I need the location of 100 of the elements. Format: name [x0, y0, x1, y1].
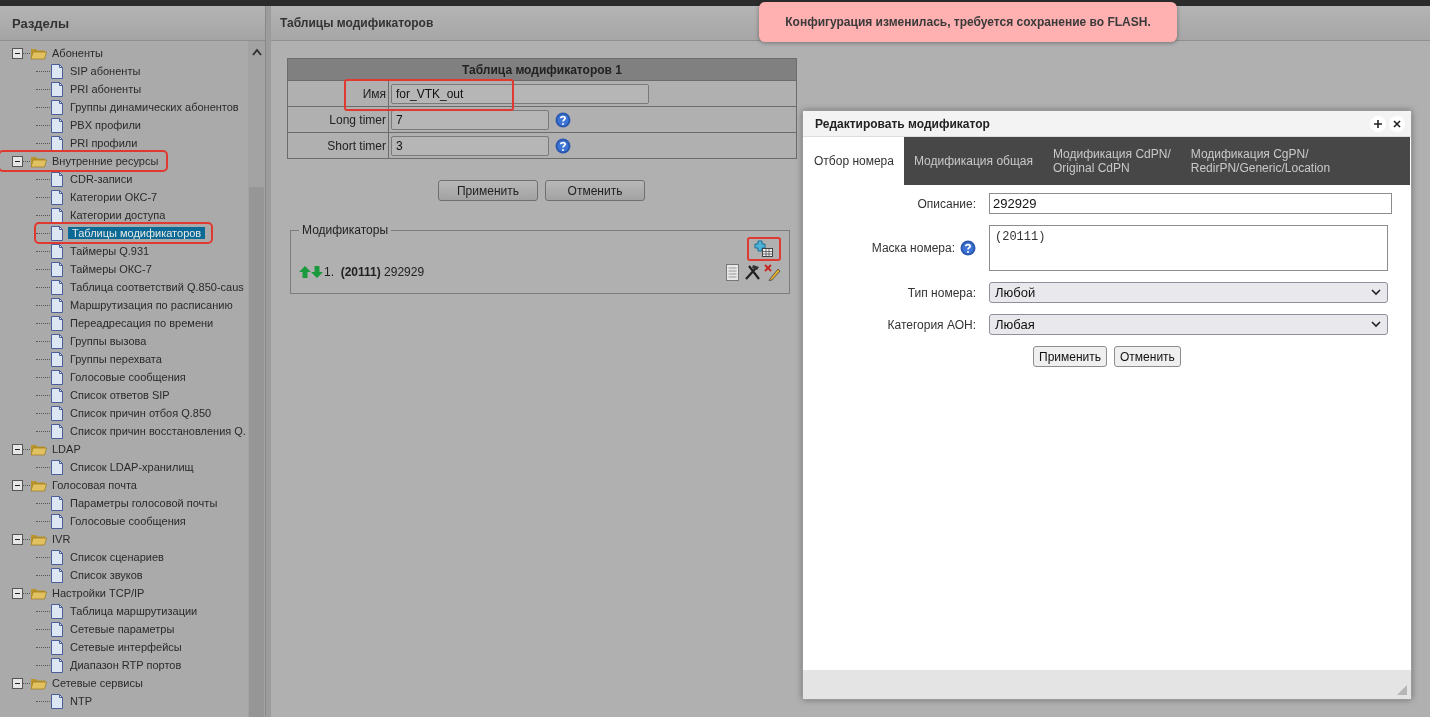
- page-icon: [50, 657, 64, 673]
- page-icon: [50, 351, 64, 367]
- form-button[interactable]: Применить: [1033, 346, 1107, 367]
- tree-item[interactable]: Группы вызова: [68, 335, 149, 347]
- tree-item[interactable]: Список LDAP-хранилищ: [68, 461, 196, 473]
- page-icon: [50, 243, 64, 259]
- tree-item[interactable]: SIP абоненты: [68, 65, 143, 77]
- page-icon: [50, 423, 64, 439]
- close-button[interactable]: [1389, 115, 1405, 132]
- list-icon[interactable]: [724, 263, 741, 281]
- add-table-icon: [754, 240, 774, 258]
- tree-item[interactable]: IVR: [50, 533, 73, 545]
- tree-item[interactable]: Категории ОКС-7: [68, 191, 160, 203]
- dropdown[interactable]: Любой: [989, 282, 1388, 303]
- page-icon: [50, 405, 64, 421]
- form-button[interactable]: Отменить: [1114, 346, 1181, 367]
- resize-grip-icon[interactable]: [1397, 685, 1407, 695]
- page-icon: [50, 279, 64, 295]
- tree-item[interactable]: PBX профили: [68, 119, 144, 131]
- collapse-icon[interactable]: [12, 587, 23, 599]
- tree-item[interactable]: Таблицы модификаторов: [68, 227, 206, 239]
- tree-item[interactable]: Таймеры Q.931: [68, 245, 152, 257]
- form-button[interactable]: Применить: [438, 180, 538, 201]
- tree-item[interactable]: Категории доступа: [68, 209, 168, 221]
- tree-item[interactable]: Диапазон RTP портов: [68, 659, 184, 671]
- collapse-icon[interactable]: [12, 47, 23, 59]
- page-icon: [50, 261, 64, 277]
- maximize-button[interactable]: [1370, 115, 1386, 132]
- close-icon: [1392, 118, 1402, 129]
- page-icon: [50, 549, 64, 565]
- tree-item[interactable]: Внутренние ресурсы: [50, 155, 161, 167]
- tree-item[interactable]: Параметры голосовой почты: [68, 497, 220, 509]
- tree-item[interactable]: Настройки TCP/IP: [50, 587, 147, 599]
- tab[interactable]: Модификация общая: [903, 137, 1043, 185]
- tree-item[interactable]: PRI абоненты: [68, 83, 144, 95]
- page-icon: [50, 603, 64, 619]
- tab[interactable]: Модификация CgPN/ RedirPN/Generic/Location: [1180, 137, 1341, 185]
- page-icon: [50, 99, 64, 115]
- page-icon: [50, 189, 64, 205]
- field-label: Long timer: [287, 106, 389, 133]
- field-label: Short timer: [287, 132, 389, 159]
- tree-item[interactable]: Сетевые параметры: [68, 623, 177, 635]
- help-icon[interactable]: [555, 137, 571, 154]
- tree-item[interactable]: CDR-записи: [68, 173, 135, 185]
- tree-item[interactable]: Маршрутизация по расписанию: [68, 299, 235, 311]
- tree-item[interactable]: Группы перехвата: [68, 353, 164, 365]
- group-legend: Модификаторы: [299, 223, 392, 237]
- page-icon: [50, 567, 64, 583]
- text-area[interactable]: (20111): [989, 225, 1388, 271]
- page-icon: [50, 63, 64, 79]
- tree-item[interactable]: Список звуков: [68, 569, 145, 581]
- field-label: Описание:: [917, 196, 976, 211]
- input-field[interactable]: 3: [391, 135, 549, 156]
- sidebar-title: Разделы: [0, 6, 265, 41]
- scrollbar[interactable]: [248, 41, 265, 717]
- page-icon: [50, 513, 64, 529]
- notification-banner: Конфигурация изменилась, требуется сохранение во FLASH.: [759, 2, 1177, 42]
- collapse-icon[interactable]: [12, 155, 23, 167]
- tree-item[interactable]: Список сценариев: [68, 551, 166, 563]
- tree-item[interactable]: Абоненты: [50, 47, 105, 59]
- page-icon: [50, 333, 64, 349]
- help-icon[interactable]: [960, 240, 976, 256]
- tree-item[interactable]: LDAP: [50, 443, 83, 455]
- tab[interactable]: Модификация CdPN/ Original CdPN: [1043, 137, 1181, 185]
- tree-item[interactable]: Таймеры ОКС-7: [68, 263, 154, 275]
- tree-item[interactable]: Переадресация по времени: [68, 317, 216, 329]
- page-icon: [50, 225, 64, 241]
- tree-item[interactable]: Список причин отбоя Q.850: [68, 407, 214, 419]
- input-field[interactable]: 7: [391, 109, 549, 130]
- tree-item[interactable]: NTP: [68, 695, 94, 707]
- collapse-icon[interactable]: [12, 443, 23, 455]
- form-button[interactable]: Отменить: [545, 180, 645, 201]
- input-field[interactable]: for_VTK_out: [391, 83, 649, 104]
- help-icon[interactable]: [555, 111, 571, 128]
- dialog-title: Редактировать модификатор: [815, 116, 991, 131]
- collapse-icon[interactable]: [12, 479, 23, 491]
- dropdown[interactable]: Любая: [989, 314, 1388, 335]
- page-icon: [50, 297, 64, 313]
- chevron-down-icon: [1371, 321, 1381, 328]
- collapse-icon[interactable]: [12, 533, 23, 545]
- tree-item[interactable]: Сетевые интерфейсы: [68, 641, 184, 653]
- input-field[interactable]: 292929: [989, 193, 1392, 214]
- collapse-icon[interactable]: [12, 677, 23, 689]
- field-label: Маска номера:: [871, 241, 955, 255]
- chevron-down-icon: [1371, 289, 1381, 296]
- tools-icon[interactable]: [744, 263, 761, 281]
- modifier-entry[interactable]: 1. (20111) 292929: [324, 265, 425, 279]
- tree-item[interactable]: Голосовая почта: [50, 479, 139, 491]
- tree-item[interactable]: Голосовые сообщения: [68, 515, 188, 527]
- add-button[interactable]: [747, 237, 781, 261]
- tree-item[interactable]: Список причин восстановления Q.: [68, 425, 248, 437]
- tree-item[interactable]: Таблица маршрутизации: [68, 605, 200, 617]
- tree-item[interactable]: Группы динамических абонентов: [68, 101, 241, 113]
- tree-item[interactable]: Сетевые сервисы: [50, 677, 145, 689]
- page-icon: [50, 207, 64, 223]
- tree-item[interactable]: Голосовые сообщения: [68, 371, 188, 383]
- tree-item[interactable]: PRI профили: [68, 137, 140, 149]
- tree-item[interactable]: Таблица соответствий Q.850-caus: [68, 281, 246, 293]
- tree-item[interactable]: Список ответов SIP: [68, 389, 172, 401]
- tab[interactable]: Отбор номера: [804, 137, 904, 185]
